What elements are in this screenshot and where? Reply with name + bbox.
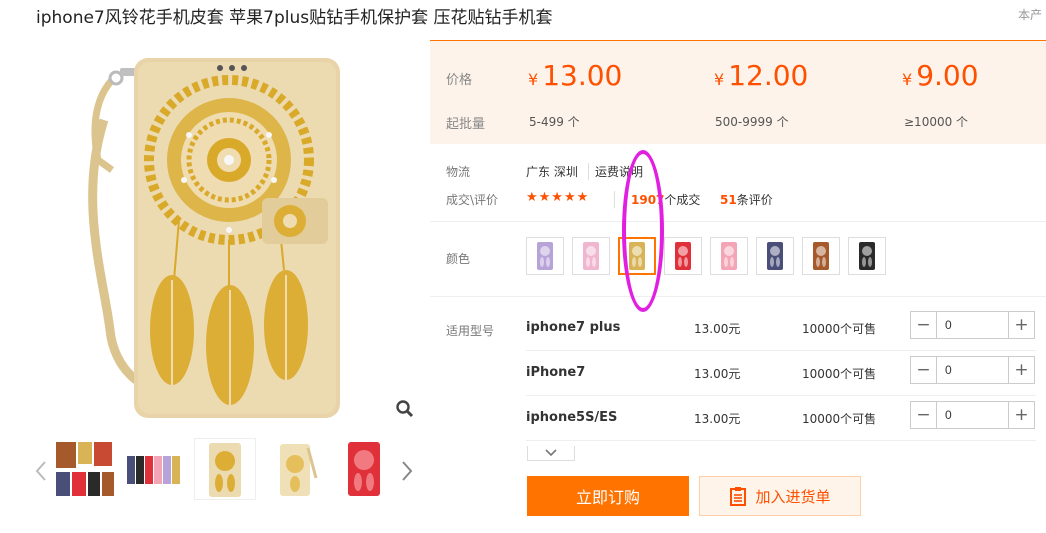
model-name: iphone7 plus — [526, 320, 621, 335]
color-swatch-purple[interactable] — [526, 237, 564, 275]
price-label: 价格 — [446, 73, 473, 88]
deals-label: 成交\评价 — [446, 193, 499, 207]
color-swatch-gold[interactable] — [618, 237, 656, 275]
model-label: 适用型号 — [446, 324, 495, 338]
model-row: iphone5S/ES 13.00元 10000个可售 − + — [526, 396, 1036, 441]
logistics-location: 广东 深圳 — [526, 165, 578, 179]
model-stock: 10000个可售 — [802, 367, 877, 381]
increment-button[interactable]: + — [1008, 357, 1034, 383]
price-tier-2: ¥12.00 — [714, 59, 809, 92]
price-panel: 价格 起批量 ¥13.00 ¥12.00 ¥9.00 5-499 个 500-9… — [430, 40, 1046, 144]
chevron-left-icon[interactable] — [34, 460, 48, 482]
logistics-label: 物流 — [446, 165, 471, 179]
corner-note: 本产 — [1018, 8, 1043, 22]
chevron-down-icon — [545, 449, 557, 457]
decrement-button[interactable]: − — [911, 357, 937, 383]
model-price: 13.00元 — [694, 367, 741, 381]
batch-tier-2: 500-9999 个 — [715, 115, 789, 129]
model-name: iphone5S/ES — [526, 410, 618, 425]
color-swatch-pink[interactable] — [572, 237, 610, 275]
color-label: 颜色 — [446, 252, 471, 266]
price-tier-1: ¥13.00 — [528, 59, 623, 92]
decrement-button[interactable]: − — [911, 312, 937, 338]
batch-tier-3: ≥10000 个 — [904, 115, 969, 129]
thumbnail-gold-front[interactable] — [194, 438, 256, 500]
quantity-input[interactable] — [937, 312, 1008, 338]
thumbnail-red-front[interactable] — [334, 438, 396, 500]
price-tier-3: ¥9.00 — [902, 59, 979, 92]
increment-button[interactable]: + — [1008, 312, 1034, 338]
model-price: 13.00元 — [694, 322, 741, 336]
batch-tier-1: 5-499 个 — [529, 115, 580, 129]
freight-info-link[interactable]: 运费说明 — [588, 163, 643, 180]
color-swatch-navy[interactable] — [756, 237, 794, 275]
zoom-icon[interactable] — [394, 398, 416, 420]
color-swatch-brown[interactable] — [802, 237, 840, 275]
rating-stars: ★★★★★ — [526, 190, 590, 205]
batch-label: 起批量 — [446, 117, 486, 132]
model-row: iPhone7 13.00元 10000个可售 − + — [526, 351, 1036, 396]
quantity-input[interactable] — [937, 357, 1008, 383]
reviews-count[interactable]: 51条评价 — [720, 191, 773, 208]
model-stock: 10000个可售 — [802, 412, 877, 426]
section-divider — [430, 221, 1046, 222]
decrement-button[interactable]: − — [911, 402, 937, 428]
quantity-stepper: − + — [910, 311, 1035, 339]
product-title: iphone7风铃花手机皮套 苹果7plus贴钻手机保护套 压花贴钻手机套 — [36, 8, 553, 28]
main-product-image[interactable] — [34, 40, 416, 422]
add-to-cart-button[interactable]: 加入进货单 — [699, 476, 861, 516]
add-to-cart-label: 加入进货单 — [755, 487, 831, 506]
increment-button[interactable]: + — [1008, 402, 1034, 428]
quantity-stepper: − + — [910, 401, 1035, 429]
model-name: iPhone7 — [526, 365, 586, 380]
quantity-stepper: − + — [910, 356, 1035, 384]
thumbnail-multi-color-pack[interactable] — [54, 438, 116, 500]
color-swatch-red[interactable] — [664, 237, 702, 275]
chevron-right-icon[interactable] — [400, 460, 414, 482]
color-swatch-black[interactable] — [848, 237, 886, 275]
order-now-button[interactable]: 立即订购 — [527, 476, 689, 516]
thumbnail-color-lineup[interactable] — [124, 438, 186, 500]
model-stock: 10000个可售 — [802, 322, 877, 336]
clipboard-icon — [730, 487, 747, 506]
deals-count[interactable]: 1907个成交 — [614, 191, 700, 208]
model-row: iphone7 plus 13.00元 10000个可售 − + — [526, 306, 1036, 351]
row-divider — [526, 440, 1036, 441]
model-price: 13.00元 — [694, 412, 741, 426]
thumbnail-gold-back[interactable] — [264, 438, 326, 500]
expand-models-toggle[interactable] — [527, 446, 575, 461]
section-divider — [430, 296, 1046, 297]
quantity-input[interactable] — [937, 402, 1008, 428]
color-swatch-light-pink[interactable] — [710, 237, 748, 275]
